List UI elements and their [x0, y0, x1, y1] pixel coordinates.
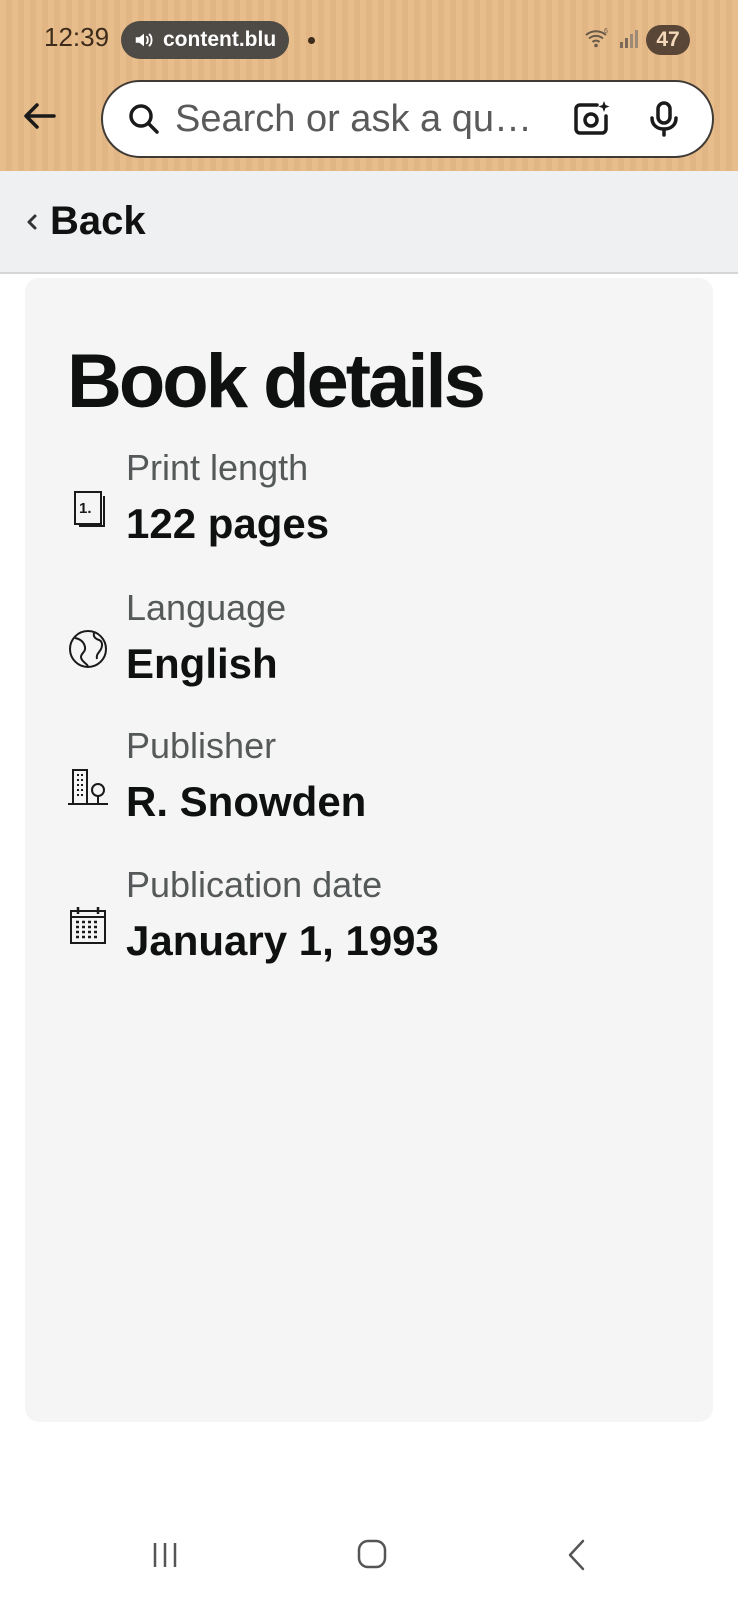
- detail-publisher: Publisher R. Snowden: [25, 726, 713, 846]
- svg-text:6: 6: [604, 28, 608, 35]
- system-back-icon[interactable]: [566, 1538, 588, 1572]
- system-navigation-bar: [0, 1500, 738, 1600]
- cellular-signal-icon: [620, 30, 638, 48]
- detail-value: January 1, 1993: [126, 917, 439, 964]
- detail-value: R. Snowden: [126, 778, 367, 825]
- search-input[interactable]: [175, 97, 549, 141]
- browser-back-arrow-icon[interactable]: [20, 96, 60, 136]
- search-bar[interactable]: [101, 80, 714, 158]
- detail-publication-date: Publication date January 1, 1993: [25, 865, 713, 985]
- chevron-left-icon: [27, 214, 37, 229]
- speaker-icon: [135, 33, 153, 47]
- building-icon: [68, 769, 108, 805]
- detail-label: Publication date: [126, 864, 383, 905]
- svg-text:1.: 1.: [79, 500, 92, 517]
- page-title: Book details: [67, 339, 486, 424]
- home-icon[interactable]: [356, 1538, 388, 1570]
- back-link[interactable]: Back: [0, 171, 738, 274]
- media-source-label: content.blu: [163, 28, 277, 51]
- recent-apps-icon[interactable]: [149, 1540, 181, 1570]
- detail-language: Language English: [25, 588, 713, 708]
- status-time: 12:39: [44, 22, 110, 52]
- screen: 12:39 content.blu 6 47 Search or ask a q…: [0, 0, 738, 1600]
- book-details-card: Book details 1. Print length 122 pages L…: [25, 278, 713, 1422]
- detail-label: Print length: [126, 447, 309, 488]
- page-number-icon: 1.: [74, 491, 105, 527]
- battery-indicator: 47: [646, 25, 690, 55]
- detail-value: 122 pages: [126, 500, 330, 547]
- media-playing-pill[interactable]: content.blu: [121, 21, 289, 59]
- detail-label: Publisher: [126, 725, 277, 766]
- camera-search-icon[interactable]: [571, 99, 611, 139]
- globe-icon: [69, 630, 107, 668]
- calendar-icon: [70, 907, 106, 944]
- browser-chrome: 12:39 content.blu 6 47: [0, 0, 738, 171]
- detail-value: English: [126, 640, 278, 687]
- detail-label: Language: [126, 587, 287, 628]
- search-icon: [129, 104, 159, 134]
- detail-print-length: 1. Print length 122 pages: [25, 448, 713, 568]
- back-label: Back: [50, 199, 146, 243]
- wifi-icon: 6: [585, 28, 608, 48]
- notification-dot: [308, 37, 315, 44]
- microphone-icon[interactable]: [647, 100, 681, 138]
